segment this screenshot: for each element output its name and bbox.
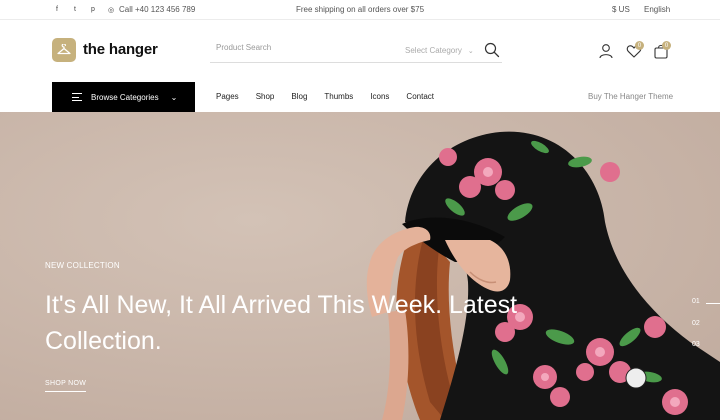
nav-item-pages[interactable]: Pages bbox=[216, 92, 239, 101]
logo-hanger-icon[interactable] bbox=[52, 38, 76, 62]
logo-text[interactable]: the hanger bbox=[83, 41, 158, 58]
main-nav: Pages Shop Blog Thumbs Icons Contact bbox=[216, 92, 434, 101]
user-icon[interactable] bbox=[598, 43, 614, 59]
search-bar: Select Category ⌄ bbox=[210, 37, 502, 63]
wishlist-heart-icon[interactable]: 0 bbox=[626, 41, 644, 59]
nav-item-thumbs[interactable]: Thumbs bbox=[324, 92, 353, 101]
nav-item-blog[interactable]: Blog bbox=[291, 92, 307, 101]
hero-label: NEW COLLECTION bbox=[45, 261, 120, 270]
nav-item-icons[interactable]: Icons bbox=[370, 92, 389, 101]
nav-item-contact[interactable]: Contact bbox=[406, 92, 434, 101]
shop-now-button[interactable]: SHOP NOW bbox=[45, 380, 87, 392]
search-icon[interactable] bbox=[484, 42, 500, 58]
buy-theme-link[interactable]: Buy The Hanger Theme bbox=[588, 92, 673, 101]
cart-count-badge: 0 bbox=[662, 41, 671, 50]
cart-bag-icon[interactable]: 0 bbox=[653, 41, 671, 59]
hero-slider: NEW COLLECTION It's All New, It All Arri… bbox=[0, 112, 720, 420]
slide-indicator-2[interactable]: 02 bbox=[692, 320, 700, 327]
search-input[interactable] bbox=[216, 43, 386, 52]
hero-title: It's All New, It All Arrived This Week. … bbox=[45, 291, 518, 355]
top-bar: f t p ◎ Call +40 123 456 789 Free shippi… bbox=[0, 0, 720, 20]
browse-categories-button[interactable]: Browse Categories ⌄ bbox=[52, 82, 195, 112]
active-slide-line bbox=[706, 303, 720, 304]
nav-item-shop[interactable]: Shop bbox=[256, 92, 275, 101]
wishlist-count-badge: 0 bbox=[635, 41, 644, 50]
slide-indicator-1[interactable]: 01 bbox=[692, 298, 700, 305]
slide-indicator-3[interactable]: 03 bbox=[692, 341, 700, 348]
browse-categories-label: Browse Categories bbox=[91, 92, 159, 102]
category-select[interactable]: Select Category ⌄ bbox=[405, 46, 474, 55]
category-select-label: Select Category bbox=[405, 46, 462, 55]
currency-selector[interactable]: $ US bbox=[612, 5, 630, 14]
language-selector[interactable]: English bbox=[644, 5, 670, 14]
chevron-down-icon: ⌄ bbox=[170, 92, 178, 102]
menu-lines-icon bbox=[72, 93, 82, 101]
chevron-down-icon: ⌄ bbox=[467, 48, 474, 55]
